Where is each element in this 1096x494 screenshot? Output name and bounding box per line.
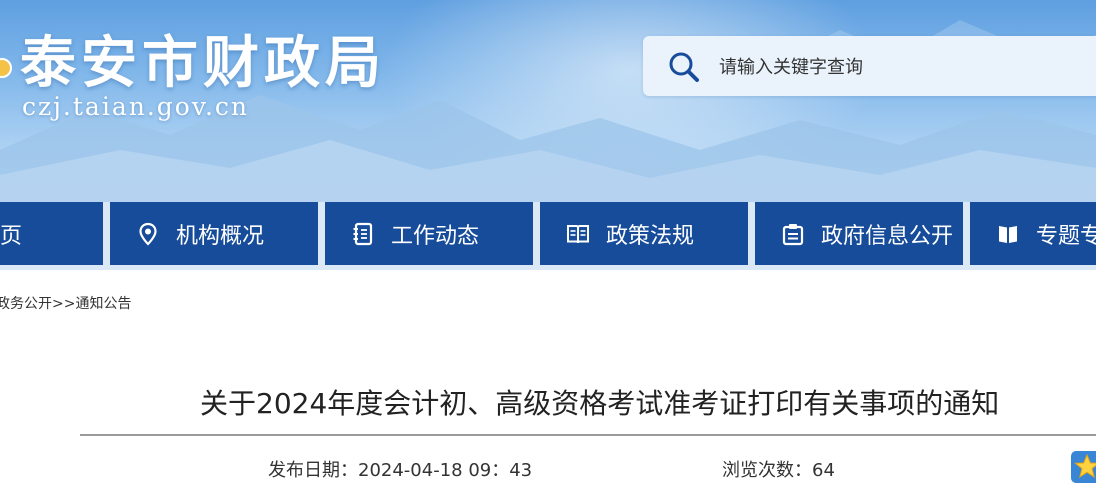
view-count-label: 浏览次数： [722, 460, 812, 481]
notebook-icon [351, 222, 375, 246]
site-domain: czj.taian.gov.cn [22, 92, 250, 121]
book-icon [996, 222, 1020, 246]
view-count: 浏览次数：64 [722, 456, 835, 482]
breadcrumb-current-link[interactable]: 通知公告 [75, 296, 131, 312]
site-title[interactable]: 泰安市财政局 [20, 28, 386, 98]
search-box[interactable] [643, 36, 1096, 96]
nav-item-label: 机构概况 [176, 223, 265, 249]
publish-date: 发布日期：2024-04-18 09：43 [268, 456, 532, 482]
nav-item-gov-info[interactable]: 政府信息公开 [755, 202, 963, 265]
breadcrumb-separator: >> [52, 296, 76, 312]
nav-item-label: 政府信息公开 [821, 223, 954, 249]
nav-item-topics[interactable]: 专题专 [970, 202, 1096, 265]
favorite-star-icon[interactable] [1070, 450, 1096, 484]
nav-item-label: 专题专 [1036, 223, 1096, 249]
nav-item-policy[interactable]: 政策法规 [540, 202, 748, 265]
nav-item-home[interactable]: 页 [0, 202, 103, 265]
header-banner: 泰安市财政局 czj.taian.gov.cn [0, 0, 1096, 202]
breadcrumb: 政务公开>>通知公告 [0, 293, 131, 313]
open-book-icon [566, 222, 590, 246]
nav-item-label: 工作动态 [391, 223, 480, 249]
title-divider [80, 434, 1096, 436]
document-icon [781, 222, 805, 246]
publish-date-value: 2024-04-18 09：43 [358, 460, 533, 481]
publish-date-label: 发布日期： [268, 460, 358, 481]
article-title: 关于2024年度会计初、高级资格考试准考证打印有关事项的通知 [200, 387, 1000, 420]
nav-item-label: 政策法规 [606, 223, 695, 249]
search-icon[interactable] [667, 50, 701, 84]
breadcrumb-parent-link[interactable]: 政务公开 [0, 296, 52, 312]
location-pin-icon [136, 222, 160, 246]
nav-item-organization[interactable]: 机构概况 [110, 202, 318, 265]
search-input[interactable] [717, 52, 1096, 82]
nav-item-work-news[interactable]: 工作动态 [325, 202, 533, 265]
nav-item-label: 页 [0, 223, 23, 249]
view-count-value: 64 [812, 460, 835, 481]
